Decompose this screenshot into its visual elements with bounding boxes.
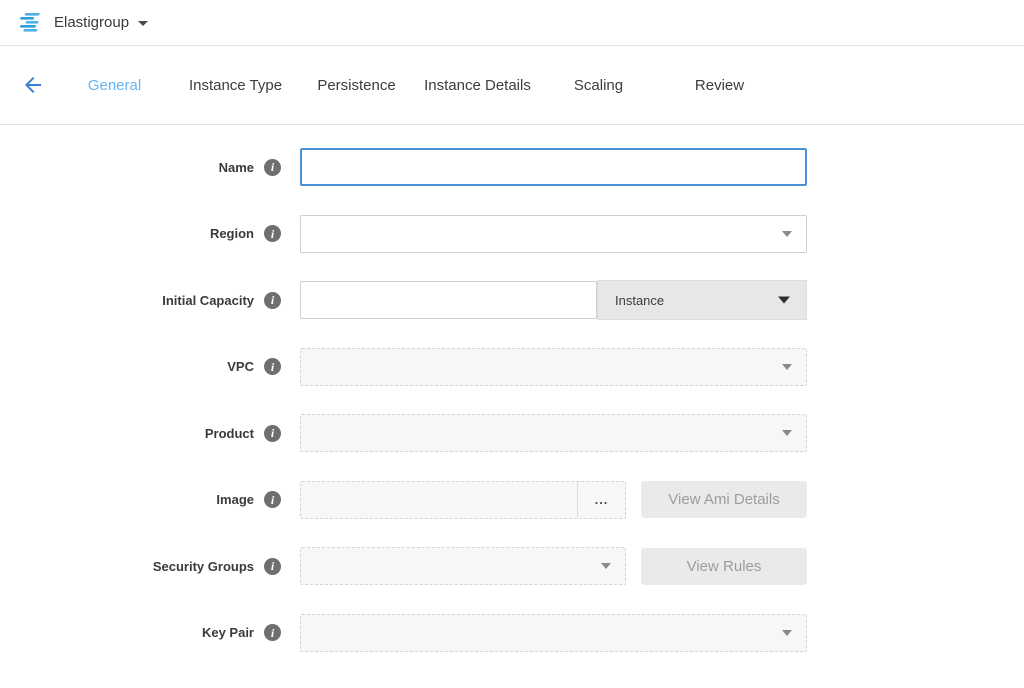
tab-general[interactable]: General bbox=[54, 77, 175, 94]
product-select bbox=[300, 414, 807, 452]
name-info-icon[interactable] bbox=[264, 159, 281, 176]
form-row-region: Region bbox=[0, 215, 1024, 253]
image-label: Image bbox=[216, 492, 254, 507]
vpc-info-icon[interactable] bbox=[264, 358, 281, 375]
form-row-initial-capacity: Initial Capacity Instance bbox=[0, 281, 1024, 319]
key-pair-label: Key Pair bbox=[202, 625, 254, 640]
capacity-unit-value: Instance bbox=[615, 293, 664, 308]
name-label: Name bbox=[219, 160, 254, 175]
app-menu-caret-icon[interactable] bbox=[138, 21, 148, 26]
form-row-security-groups: Security Groups View Rules bbox=[0, 547, 1024, 585]
general-form: Name Region Initial Capacity bbox=[0, 125, 1024, 652]
capacity-unit-select[interactable]: Instance bbox=[597, 280, 807, 320]
chevron-down-icon bbox=[782, 364, 792, 370]
arrow-back-icon bbox=[21, 73, 45, 97]
tabs: General Instance Type Persistence Instan… bbox=[54, 77, 780, 94]
product-info-icon[interactable] bbox=[264, 425, 281, 442]
form-row-name: Name bbox=[0, 148, 1024, 186]
app-title: Elastigroup bbox=[54, 14, 129, 31]
initial-capacity-label: Initial Capacity bbox=[162, 293, 254, 308]
back-button[interactable] bbox=[16, 68, 50, 102]
image-field: ... bbox=[300, 481, 626, 519]
tab-instance-details[interactable]: Instance Details bbox=[417, 77, 538, 94]
image-input bbox=[301, 482, 577, 518]
view-rules-button[interactable]: View Rules bbox=[641, 548, 807, 585]
image-browse-button[interactable]: ... bbox=[577, 482, 625, 518]
chevron-down-icon bbox=[782, 630, 792, 636]
top-bar: Elastigroup bbox=[0, 0, 1024, 46]
page: Elastigroup General Instance Type Persis… bbox=[0, 0, 1024, 688]
chevron-down-icon bbox=[782, 231, 792, 237]
chevron-down-icon bbox=[601, 563, 611, 569]
form-row-vpc: VPC bbox=[0, 348, 1024, 386]
tab-instance-type[interactable]: Instance Type bbox=[175, 77, 296, 94]
initial-capacity-info-icon[interactable] bbox=[264, 292, 281, 309]
wizard-tab-bar: General Instance Type Persistence Instan… bbox=[0, 46, 1024, 125]
region-label: Region bbox=[210, 226, 254, 241]
form-row-key-pair: Key Pair bbox=[0, 614, 1024, 652]
product-label: Product bbox=[205, 426, 254, 441]
vpc-select bbox=[300, 348, 807, 386]
tab-persistence[interactable]: Persistence bbox=[296, 77, 417, 94]
tab-review[interactable]: Review bbox=[659, 77, 780, 94]
image-info-icon[interactable] bbox=[264, 491, 281, 508]
key-pair-info-icon[interactable] bbox=[264, 624, 281, 641]
security-groups-select bbox=[300, 547, 626, 585]
security-groups-label: Security Groups bbox=[153, 559, 254, 574]
form-row-product: Product bbox=[0, 414, 1024, 452]
tab-scaling[interactable]: Scaling bbox=[538, 77, 659, 94]
form-row-image: Image ... View Ami Details bbox=[0, 481, 1024, 519]
initial-capacity-input[interactable] bbox=[300, 281, 597, 319]
chevron-down-icon bbox=[782, 430, 792, 436]
elastigroup-logo-icon bbox=[16, 12, 44, 34]
chevron-down-icon bbox=[778, 297, 790, 304]
region-select[interactable] bbox=[300, 215, 807, 253]
key-pair-select bbox=[300, 614, 807, 652]
vpc-label: VPC bbox=[227, 359, 254, 374]
security-groups-info-icon[interactable] bbox=[264, 558, 281, 575]
name-input[interactable] bbox=[300, 148, 807, 186]
region-info-icon[interactable] bbox=[264, 225, 281, 242]
view-ami-details-button[interactable]: View Ami Details bbox=[641, 481, 807, 518]
